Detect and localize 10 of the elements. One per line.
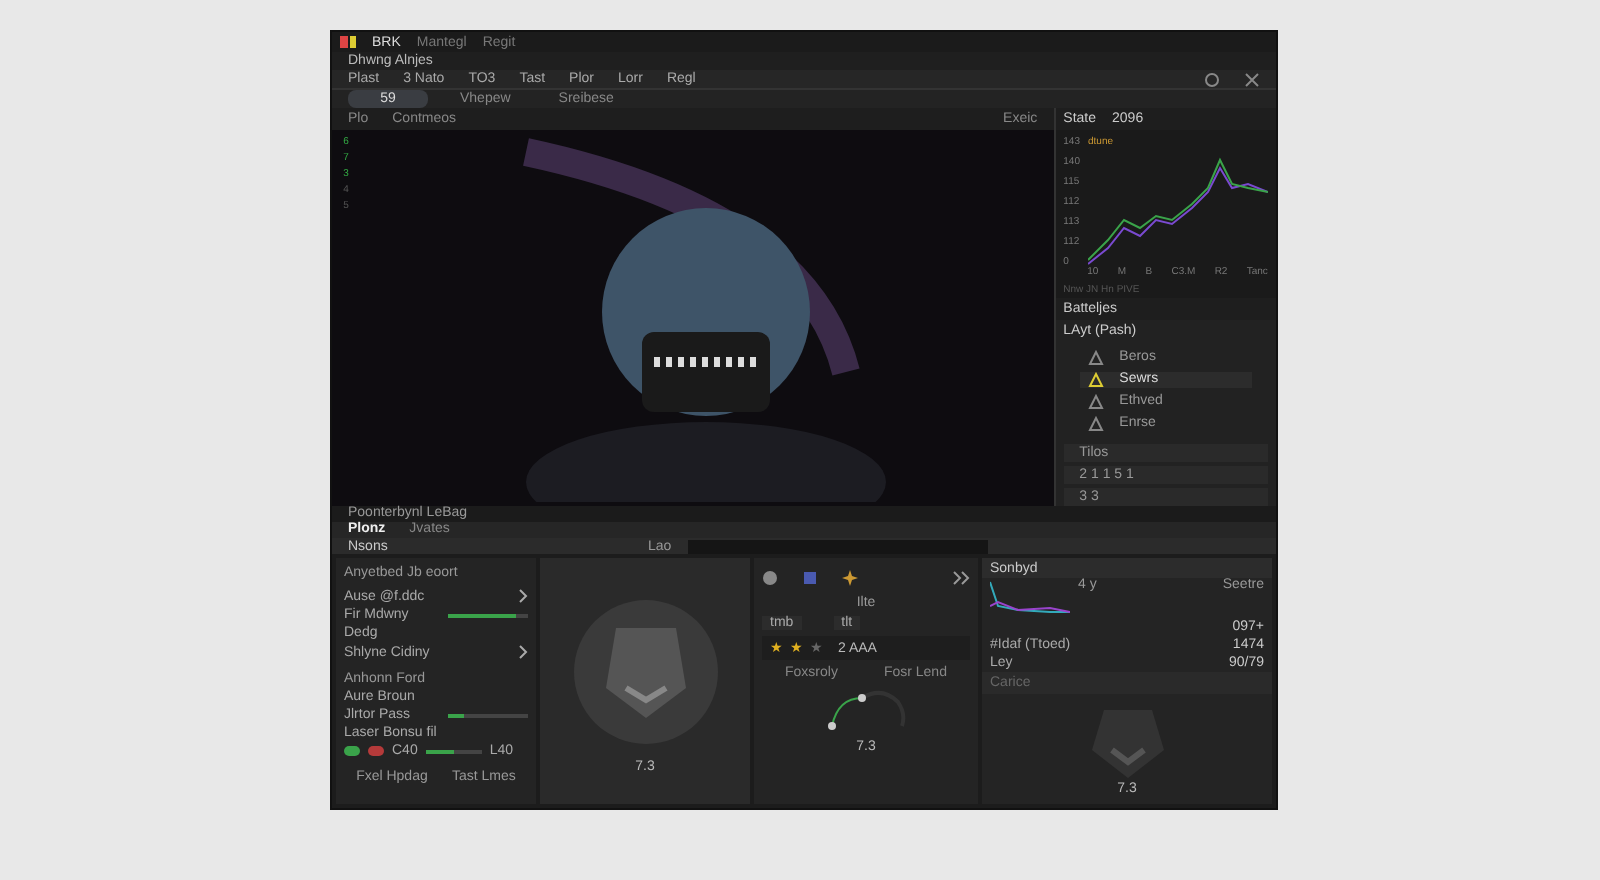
close-icon[interactable] [1244, 71, 1260, 88]
sparkline [990, 578, 1070, 618]
app-icon [340, 34, 356, 51]
chevron-icon[interactable] [952, 570, 970, 586]
color-swatch[interactable] [344, 746, 360, 756]
circle-icon[interactable] [762, 570, 778, 586]
chevron-icon[interactable] [518, 588, 528, 604]
sparkle-icon[interactable] [842, 570, 858, 586]
chevron-icon[interactable] [518, 644, 528, 660]
color-swatch[interactable] [368, 746, 384, 756]
